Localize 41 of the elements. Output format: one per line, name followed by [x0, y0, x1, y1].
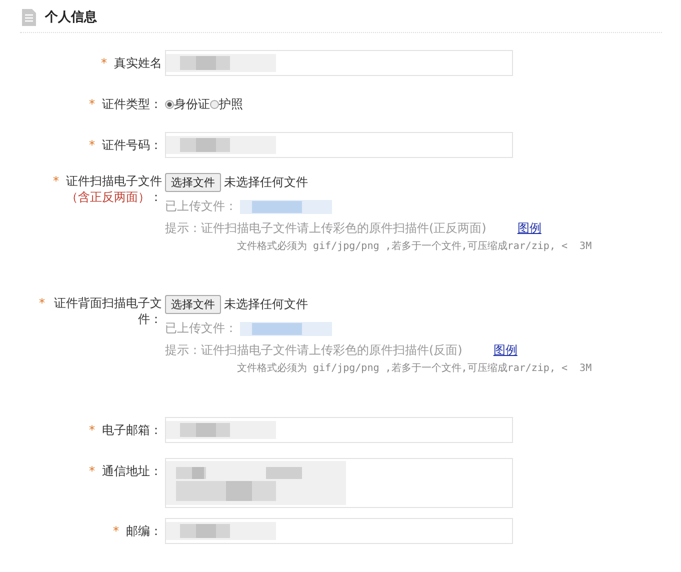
example-link[interactable]: 图例	[517, 220, 542, 237]
radio-label: 身份证	[174, 96, 210, 113]
radio-label: 护照	[219, 96, 243, 113]
field-label: 证件背面扫描电子文件：	[53, 295, 162, 327]
required-asterisk: *	[39, 295, 45, 311]
field-label: 证件扫描电子文件	[66, 173, 162, 189]
document-icon	[22, 8, 36, 26]
hint-text: 提示：证件扫描电子文件请上传彩色的原件扫描件(反面)	[165, 342, 462, 359]
field-label: 证件号码：	[102, 137, 162, 154]
label-colon: ：	[150, 190, 162, 204]
input-field[interactable]	[165, 518, 513, 544]
section-title: 个人信息	[45, 9, 97, 26]
example-link[interactable]: 图例	[493, 342, 518, 359]
choose-file-button[interactable]: 选择文件	[165, 295, 221, 314]
required-asterisk: *	[53, 173, 59, 189]
required-asterisk: *	[101, 55, 107, 72]
input-field[interactable]	[165, 417, 513, 443]
field-note: （含正反两面）	[66, 190, 150, 204]
field-label: 证件类型：	[102, 96, 162, 113]
required-asterisk: *	[89, 463, 95, 480]
uploaded-label: 已上传文件：	[165, 198, 237, 215]
input-field[interactable]	[165, 50, 513, 76]
required-asterisk: *	[89, 137, 95, 154]
choose-file-button[interactable]: 选择文件	[165, 173, 221, 192]
file-status: 未选择任何文件	[224, 174, 308, 191]
required-asterisk: *	[89, 422, 95, 439]
radio-button[interactable]	[165, 100, 174, 108]
input-field[interactable]	[165, 132, 513, 158]
uploaded-label: 已上传文件：	[165, 320, 237, 337]
required-asterisk: *	[89, 96, 95, 113]
format-note: 文件格式必须为 gif/jpg/png ,若多于一个文件,可压缩成rar/zip, < 3M	[237, 240, 592, 253]
field-label: 电子邮箱：	[102, 422, 162, 439]
file-status: 未选择任何文件	[224, 296, 308, 313]
radio-button[interactable]	[210, 100, 219, 108]
format-note: 文件格式必须为 gif/jpg/png ,若多于一个文件,可压缩成rar/zip, < 3M	[237, 362, 592, 375]
required-asterisk: *	[113, 523, 119, 540]
field-label: 真实姓名	[114, 55, 162, 72]
field-label: 邮编：	[126, 523, 162, 540]
field-label: 通信地址：	[102, 463, 162, 480]
hint-text: 提示：证件扫描电子文件请上传彩色的原件扫描件(正反两面)	[165, 220, 486, 237]
input-field[interactable]	[165, 458, 513, 508]
